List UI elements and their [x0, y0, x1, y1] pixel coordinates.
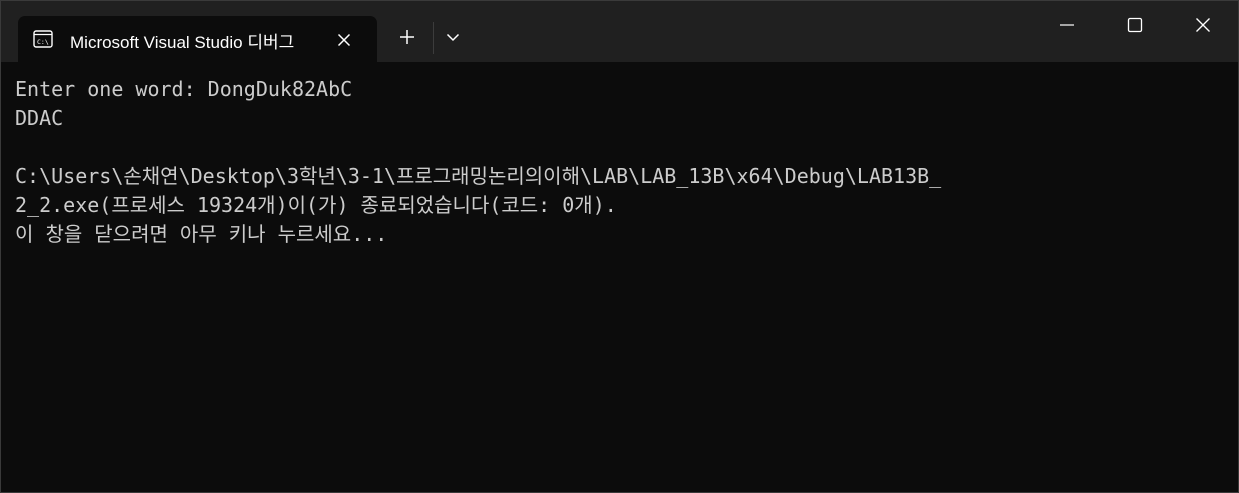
maximize-icon [1127, 17, 1143, 33]
terminal-icon: C:\ [33, 30, 53, 48]
console-line: C:\Users\손채연\Desktop\3학년\3-1\프로그래밍논리의이해\… [15, 164, 942, 188]
svg-text:C:\: C:\ [37, 38, 49, 46]
chevron-down-icon [446, 33, 460, 42]
minimize-icon [1060, 24, 1074, 26]
close-icon [1196, 18, 1210, 32]
console-line: 2_2.exe(프로세스 19324개)이(가) 종료되었습니다(코드: 0개)… [15, 193, 617, 217]
console-line: DDAC [15, 106, 64, 130]
tab-separator [433, 22, 434, 54]
title-bar[interactable]: C:\ Microsoft Visual Studio 디버그 [1, 1, 1238, 62]
new-tab-button[interactable] [391, 23, 423, 51]
terminal-window: C:\ Microsoft Visual Studio 디버그 Enter on… [0, 0, 1239, 493]
tab-title: Microsoft Visual Studio 디버그 [70, 33, 295, 52]
minimize-button[interactable] [1044, 9, 1090, 41]
tab-debug-console[interactable]: C:\ Microsoft Visual Studio 디버그 [18, 16, 377, 62]
plus-icon [400, 30, 414, 44]
console-line: Enter one word: DongDuk82AbC [15, 77, 353, 101]
tab-dropdown-button[interactable] [439, 23, 467, 51]
maximize-button[interactable] [1112, 9, 1158, 41]
close-window-button[interactable] [1180, 9, 1226, 41]
close-icon [337, 33, 351, 47]
tab-close-button[interactable] [331, 27, 357, 53]
console-line: 이 창을 닫으려면 아무 키나 누르세요... [15, 222, 388, 246]
console-output[interactable]: Enter one word: DongDuk82AbC DDAC C:\Use… [15, 75, 1227, 475]
